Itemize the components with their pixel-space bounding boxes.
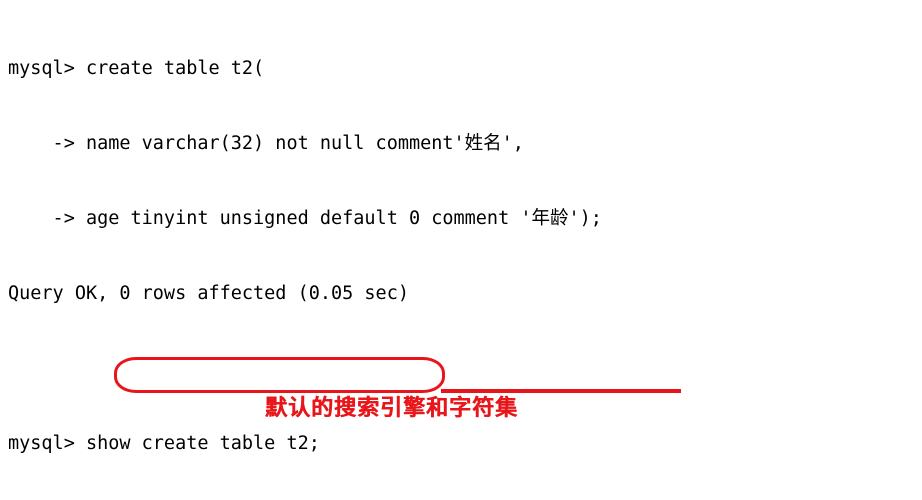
terminal-line: Query OK, 0 rows affected (0.05 sec) (8, 283, 409, 304)
terminal-line: -> age tinyint unsigned default 0 commen… (8, 208, 602, 229)
terminal-line: -> name varchar(32) not null comment'姓名'… (8, 133, 524, 154)
terminal-screenshot: mysql> create table t2( -> name varchar(… (0, 0, 922, 500)
terminal-line: mysql> show create table t2; (8, 433, 320, 454)
terminal-line: mysql> create table t2( (8, 58, 265, 79)
terminal-output: mysql> create table t2( -> name varchar(… (0, 0, 922, 500)
annotation-label: 默认的搜索引擎和字符集 (265, 396, 519, 421)
